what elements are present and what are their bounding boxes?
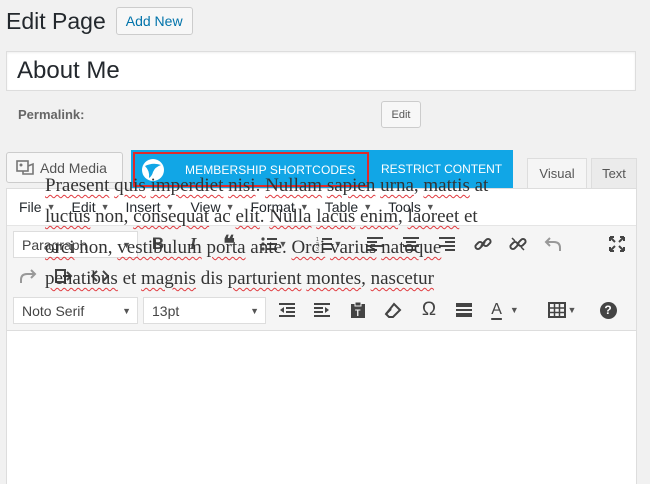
special-character-button[interactable]: Ω [416,297,442,323]
outdent-button[interactable] [274,297,300,323]
content-line: Praesent quis imperdiet nisi. Nullam sap… [45,175,489,196]
outdent-icon [279,303,295,317]
indent-icon [314,303,330,317]
font-family-select[interactable]: Noto Serif ▼ [13,297,138,324]
content-line: penatibus et magnis dis parturient monte… [45,268,434,289]
svg-text:T: T [355,308,361,318]
indent-button[interactable] [309,297,335,323]
fullscreen-button[interactable] [604,231,630,257]
table-icon [547,302,566,318]
editor-content[interactable]: Praesent quis imperdiet nisi. Nullam sap… [45,170,605,294]
help-button[interactable]: ? [595,297,621,323]
content-line: luctus non, consequat ac elit. Nulla lac… [45,206,478,227]
permalink-edit-button[interactable]: Edit [381,101,421,128]
redo-icon [20,269,37,283]
page-title: Edit Page [6,7,106,34]
media-icon [16,159,34,175]
menu-file-label: File [19,199,42,215]
font-size-select[interactable]: 13pt ▼ [143,297,266,324]
add-new-button[interactable]: Add New [115,7,193,35]
content-line: orci non, vestibulum porta ante. Orci va… [45,237,442,258]
clear-formatting-button[interactable] [380,297,406,323]
post-title-input[interactable]: About Me [6,51,636,91]
horizontal-line-icon [456,303,472,317]
caret-down-icon: ▼ [250,305,259,316]
font-family-value: Noto Serif [22,302,85,319]
font-size-value: 13pt [152,302,180,319]
help-icon: ? [599,301,617,319]
caret-down-icon: ▼ [122,305,131,316]
horizontal-line-button[interactable] [451,297,477,323]
table-button[interactable]: ▼ [541,297,583,323]
text-color-button[interactable]: A ▼ [485,297,525,323]
text-color-icon: A [491,301,502,318]
fullscreen-icon [609,236,625,252]
paste-text-button[interactable]: T [345,297,371,323]
permalink-label: Permalink: [18,107,85,122]
caret-down-icon: ▼ [567,305,577,315]
caret-down-icon: ▼ [509,305,519,315]
eraser-icon [384,302,402,318]
redo-button[interactable] [15,263,41,289]
page-header: Edit Page Add New [6,4,193,38]
clipboard-icon: T [351,301,365,318]
